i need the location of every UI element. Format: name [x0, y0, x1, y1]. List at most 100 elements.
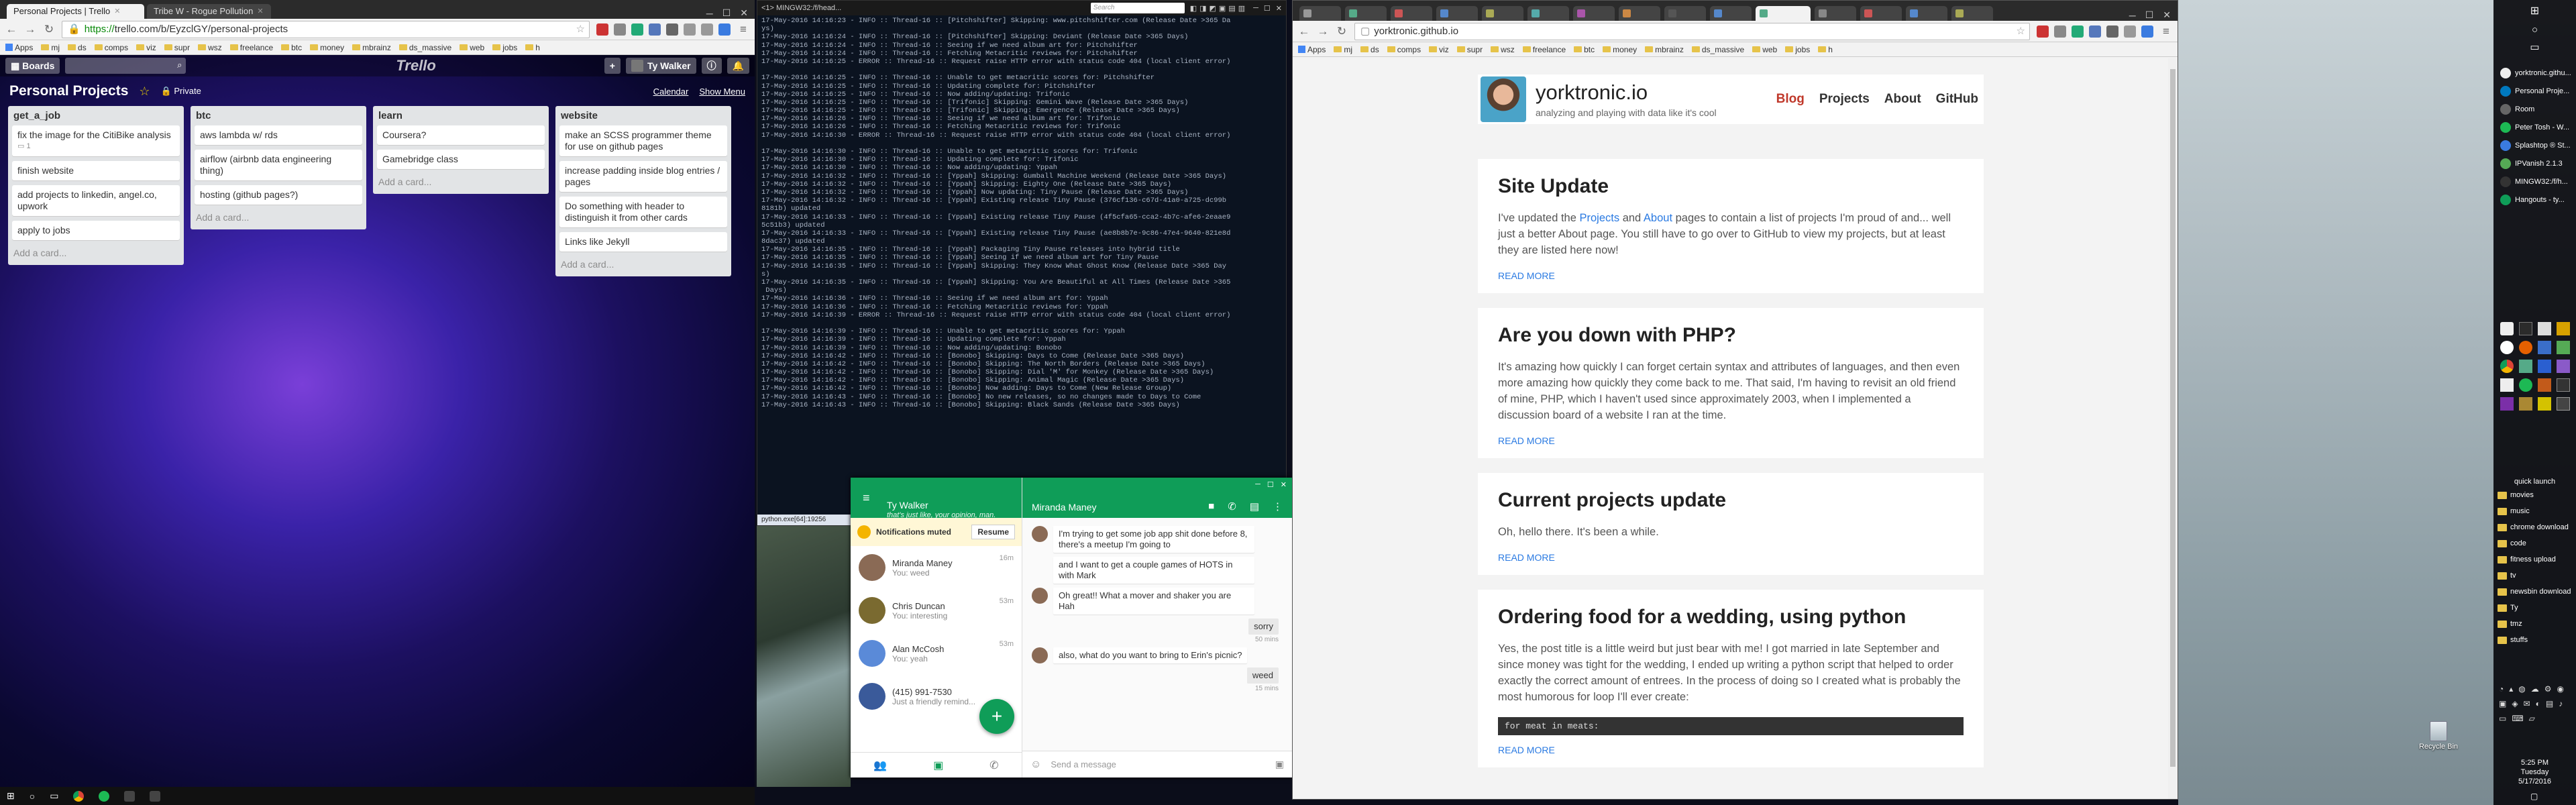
extension-icon[interactable] — [2124, 25, 2136, 38]
menu-icon[interactable]: ≡ — [863, 491, 870, 505]
calendar-link[interactable]: Calendar — [653, 87, 689, 97]
message-icon[interactable]: ▤ — [1250, 500, 1259, 513]
bookmark-item[interactable]: supr — [164, 43, 190, 52]
taskbar-window[interactable]: IPVanish 2.1.3 — [2500, 154, 2576, 172]
spotify-icon[interactable] — [2519, 378, 2532, 392]
site-title[interactable]: yorktronic.io — [1536, 80, 1717, 105]
app-icon[interactable] — [2500, 341, 2514, 354]
bookmark-item[interactable]: Apps — [5, 43, 33, 52]
forward-icon[interactable]: → — [1317, 25, 1329, 38]
app-icon[interactable] — [2500, 397, 2514, 411]
trello-card[interactable]: Links like Jekyll — [559, 232, 727, 252]
quick-launch-item[interactable]: newsbin download — [2498, 584, 2575, 600]
quick-launch-item[interactable]: stuffs — [2498, 632, 2575, 648]
address-bar[interactable]: ▢ yorktronic.github.io ☆ — [1354, 22, 2030, 40]
trello-card[interactable]: increase padding inside blog entries / p… — [559, 161, 727, 192]
add-card-link[interactable]: Add a card... — [12, 245, 180, 261]
volume-icon[interactable]: ♪ — [2559, 699, 2563, 708]
app-icon[interactable] — [150, 790, 161, 802]
tray-icon[interactable]: ☁ — [2531, 684, 2539, 694]
menu-icon[interactable]: ≡ — [737, 23, 749, 36]
browser-tab[interactable] — [1527, 6, 1569, 21]
extension-icon[interactable] — [701, 23, 713, 36]
list-title[interactable]: website — [559, 106, 727, 125]
nav-blog[interactable]: Blog — [1776, 92, 1805, 107]
tab-trello[interactable]: Personal Projects | Trello ✕ — [7, 4, 144, 19]
bookmark-item[interactable]: money — [1603, 45, 1637, 54]
extension-icon[interactable] — [649, 23, 661, 36]
extension-icon[interactable] — [631, 23, 643, 36]
bookmark-item[interactable]: wsz — [1491, 45, 1515, 54]
keyboard-icon[interactable]: ⌨ — [2512, 714, 2523, 723]
extension-icon[interactable] — [2106, 25, 2118, 38]
quick-launch-item[interactable]: fitness upload — [2498, 551, 2575, 568]
taskbar-window[interactable]: Hangouts - ty... — [2500, 191, 2576, 209]
chrome-icon[interactable] — [2500, 360, 2514, 373]
close-icon[interactable]: ✕ — [740, 7, 748, 19]
trello-card[interactable]: apply to jobs — [12, 221, 180, 240]
browser-tab[interactable] — [1664, 6, 1706, 21]
video-call-icon[interactable]: ■ — [1208, 500, 1214, 513]
emoji-icon[interactable]: ☺ — [1030, 759, 1041, 771]
quick-launch-item[interactable]: tv — [2498, 568, 2575, 584]
network-icon[interactable]: ▤ — [2546, 699, 2553, 708]
star-icon[interactable]: ☆ — [139, 85, 150, 99]
read-more-link[interactable]: READ MORE — [1498, 435, 1964, 446]
close-icon[interactable]: ✕ — [1276, 4, 1282, 13]
maximize-icon[interactable]: ☐ — [722, 7, 731, 19]
resume-button[interactable]: Resume — [971, 525, 1015, 539]
close-tab-icon[interactable]: ✕ — [257, 4, 263, 19]
chrome-icon[interactable] — [73, 790, 85, 802]
app-icon[interactable] — [2538, 322, 2551, 335]
browser-tab[interactable] — [1299, 6, 1341, 21]
browser-tab[interactable] — [1906, 6, 1947, 21]
browser-tab[interactable] — [1860, 6, 1902, 21]
taskbar-window[interactable]: Room — [2500, 100, 2576, 118]
new-conversation-button[interactable]: + — [979, 699, 1014, 734]
trello-card[interactable]: finish website — [12, 161, 180, 180]
app-icon[interactable] — [2519, 360, 2532, 373]
contacts-icon[interactable]: 👥 — [873, 759, 887, 772]
add-card-link[interactable]: Add a card... — [377, 174, 545, 190]
scrollbar-thumb[interactable] — [2170, 69, 2176, 767]
extension-icon[interactable] — [2054, 25, 2066, 38]
star-icon[interactable]: ☆ — [2017, 23, 2025, 40]
app-icon[interactable] — [2557, 360, 2570, 373]
app-icon[interactable] — [2538, 360, 2551, 373]
app-icon[interactable] — [2538, 397, 2551, 411]
user-menu[interactable]: Ty Walker — [625, 58, 696, 74]
tray-icon[interactable]: ⚙ — [2544, 684, 2552, 694]
trello-card[interactable]: airflow (airbnb data engineering thing) — [195, 150, 362, 180]
quick-launch-item[interactable]: movies — [2498, 487, 2575, 503]
bookmark-item[interactable]: mj — [41, 43, 60, 52]
read-more-link[interactable]: READ MORE — [1498, 745, 1964, 755]
bookmark-item[interactable]: viz — [1429, 45, 1449, 54]
app-icon[interactable] — [2557, 341, 2570, 354]
file-explorer-icon[interactable] — [2500, 322, 2514, 335]
bookmark-item[interactable]: h — [525, 43, 540, 52]
bookmark-item[interactable]: btc — [281, 43, 302, 52]
address-bar[interactable]: 🔒 https://trello.com/b/EyzclGY/personal-… — [62, 20, 590, 38]
list-title[interactable]: btc — [195, 106, 362, 125]
terminal-search[interactable]: Search — [1090, 3, 1185, 13]
taskbar-window[interactable]: Peter Tosh - W... — [2500, 118, 2576, 136]
more-icon[interactable]: ⋮ — [1273, 500, 1283, 513]
tray-icon[interactable]: ▣ — [2499, 699, 2506, 708]
trello-card[interactable]: add projects to linkedin, angel.co, upwo… — [12, 185, 180, 216]
trello-card[interactable]: Coursera? — [377, 125, 545, 145]
maximize-icon[interactable]: ☐ — [2145, 9, 2154, 21]
post-title[interactable]: Ordering food for a wedding, using pytho… — [1498, 606, 1964, 629]
tab-tribe[interactable]: Tribe W - Rogue Pollution ✕ — [147, 4, 271, 19]
taskview-icon[interactable]: ▭ — [2493, 38, 2576, 64]
bookmark-item[interactable]: jobs — [1785, 45, 1810, 54]
reload-icon[interactable]: ↻ — [43, 23, 55, 36]
taskbar-window[interactable]: Splashtop ® St... — [2500, 136, 2576, 154]
bookmark-item[interactable]: mbrainz — [1645, 45, 1684, 54]
star-icon[interactable]: ☆ — [576, 21, 585, 38]
clock[interactable]: 5:25 PM Tuesday 5/17/2016 — [2493, 758, 2576, 786]
bookmark-item[interactable]: Apps — [1298, 45, 1326, 54]
list-title[interactable]: learn — [377, 106, 545, 125]
browser-tab[interactable] — [1619, 6, 1660, 21]
tray-icon[interactable]: ◍ — [2518, 684, 2525, 694]
close-icon[interactable]: ✕ — [1281, 480, 1287, 489]
